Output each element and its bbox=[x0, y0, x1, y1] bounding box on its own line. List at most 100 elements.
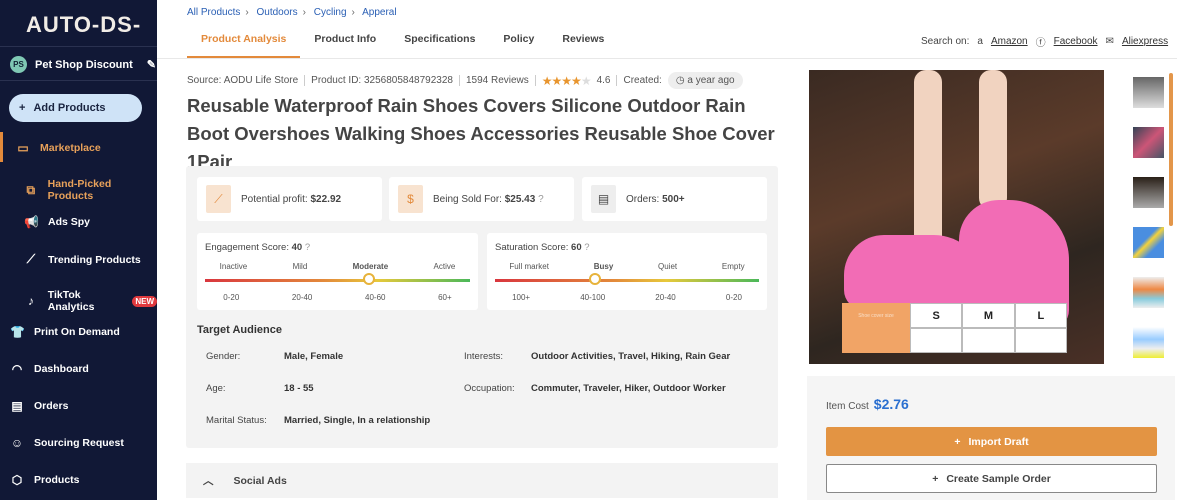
score-marker bbox=[589, 273, 602, 285]
tab-reviews[interactable]: Reviews bbox=[548, 33, 618, 58]
amazon-link[interactable]: Amazon bbox=[991, 36, 1028, 47]
store-name: Pet Shop Discount bbox=[35, 58, 133, 71]
tab-specifications[interactable]: Specifications bbox=[390, 33, 489, 58]
plus-icon: + bbox=[954, 435, 961, 448]
marital-value: Married, Single, In a relationship bbox=[284, 415, 431, 426]
thumbnail[interactable] bbox=[1133, 327, 1164, 358]
breadcrumb-link[interactable]: Cycling bbox=[314, 7, 347, 18]
tab-product-info[interactable]: Product Info bbox=[300, 33, 390, 58]
add-products-label: Add Products bbox=[33, 102, 106, 114]
social-ads-section[interactable]: ︿ Social Ads bbox=[186, 463, 778, 498]
value: 60 bbox=[571, 242, 582, 253]
sidebar-item-orders[interactable]: ▤ Orders bbox=[10, 399, 68, 413]
label: Being Sold For: bbox=[433, 193, 502, 205]
megaphone-icon: 📢 bbox=[24, 215, 39, 229]
gauge-icon: ◠ bbox=[11, 362, 23, 376]
thumbnail[interactable] bbox=[1133, 127, 1164, 158]
active-indicator bbox=[0, 132, 3, 162]
sidebar-item-trending[interactable]: ⟋ Trending Products bbox=[24, 252, 141, 267]
size-m: M bbox=[962, 303, 1015, 328]
shirt-icon: 👕 bbox=[10, 325, 25, 339]
range: 0-20 bbox=[725, 293, 742, 302]
gender-value: Male, Female bbox=[284, 351, 344, 362]
label: Dashboard bbox=[34, 363, 89, 375]
size-header: Shoe cover size bbox=[842, 303, 910, 328]
breadcrumb-link[interactable]: All Products bbox=[187, 7, 240, 18]
sidebar-item-ads-spy[interactable]: 📢 Ads Spy bbox=[24, 215, 90, 229]
rating: 4.6 bbox=[596, 75, 611, 86]
potential-profit-card: ⟋ Potential profit: $22.92 bbox=[197, 177, 382, 221]
size-table: Shoe cover size S M L bbox=[842, 303, 1067, 353]
dollar-icon: $ bbox=[398, 185, 423, 213]
help-icon[interactable]: ? bbox=[305, 242, 310, 253]
level: Empty bbox=[721, 262, 745, 271]
add-products-button[interactable]: + Add Products bbox=[9, 94, 142, 122]
chevron-up-icon[interactable]: ︿ bbox=[203, 473, 214, 488]
store-selector[interactable]: PS Pet Shop Discount ✎ bbox=[10, 56, 156, 73]
facebook-link[interactable]: Facebook bbox=[1054, 36, 1098, 47]
created-label: Created: bbox=[623, 75, 662, 86]
value: 500+ bbox=[662, 193, 685, 205]
label: Ads Spy bbox=[48, 216, 91, 228]
thumbnail[interactable] bbox=[1133, 77, 1164, 108]
help-icon[interactable]: ? bbox=[584, 242, 589, 253]
star-rating-icon: ★★★★★ bbox=[541, 73, 592, 88]
tab-product-analysis[interactable]: Product Analysis bbox=[187, 33, 301, 58]
leg-shape bbox=[979, 70, 1007, 210]
sidebar-item-marketplace[interactable]: ▭ Marketplace bbox=[16, 141, 100, 155]
thumbnail[interactable] bbox=[1133, 277, 1164, 308]
sidebar-item-tiktok[interactable]: ♪ TikTok Analytics NEW bbox=[24, 289, 157, 313]
size-l: L bbox=[1014, 303, 1067, 328]
amazon-icon: a bbox=[977, 36, 983, 47]
trend-icon: ⟋ bbox=[26, 252, 36, 266]
divider bbox=[0, 46, 157, 47]
hand-picked-icon: ⧉ bbox=[26, 182, 36, 197]
breadcrumb-link[interactable]: Outdoors bbox=[256, 7, 297, 18]
product-main-image[interactable]: Shoe cover size S M L bbox=[809, 70, 1104, 364]
aliexpress-link[interactable]: Aliexpress bbox=[1122, 36, 1168, 47]
range: 40-100 bbox=[580, 293, 606, 302]
breadcrumb-link[interactable]: Apperal bbox=[362, 7, 396, 18]
range: 0-20 bbox=[223, 293, 240, 302]
thumbnail[interactable] bbox=[1133, 177, 1164, 208]
label: Saturation Score: bbox=[495, 242, 569, 253]
sidebar-item-print-on-demand[interactable]: 👕 Print On Demand bbox=[10, 325, 120, 339]
autods-logo[interactable]: AUTO-DS- bbox=[26, 12, 141, 38]
sidebar-item-sourcing[interactable]: ☺ Sourcing Request bbox=[10, 436, 124, 450]
sidebar-item-hand-picked[interactable]: ⧉ Hand-Picked Products bbox=[24, 178, 157, 202]
help-icon[interactable]: ? bbox=[538, 194, 544, 205]
label: Engagement Score: bbox=[205, 242, 289, 253]
gender-label: Gender: bbox=[206, 351, 241, 362]
search-on-label: Search on: bbox=[921, 36, 970, 47]
sold-for-card: $ Being Sold For: $25.43 ? bbox=[389, 177, 574, 221]
clock-icon: ◷ bbox=[675, 75, 688, 86]
score-gradient bbox=[205, 273, 470, 285]
clipboard-icon: ▤ bbox=[591, 185, 616, 213]
sidebar-item-dashboard[interactable]: ◠ Dashboard bbox=[10, 362, 89, 376]
target-audience-title: Target Audience bbox=[197, 324, 282, 336]
thumbnail[interactable] bbox=[1133, 227, 1164, 258]
tab-policy[interactable]: Policy bbox=[489, 33, 548, 58]
product-meta: Source: AODU Life Store Product ID: 3256… bbox=[187, 72, 743, 89]
import-draft-button[interactable]: + Import Draft bbox=[826, 427, 1157, 456]
product-id: Product ID: 3256805848792328 bbox=[311, 75, 453, 86]
item-cost: Item Cost $2.76 bbox=[826, 396, 909, 412]
sidebar-item-products[interactable]: ⬡ Products bbox=[10, 473, 80, 487]
social-ads-title: Social Ads bbox=[233, 474, 287, 487]
thumbnail-scrollbar[interactable] bbox=[1169, 73, 1173, 226]
level-active: Moderate bbox=[352, 262, 389, 271]
sidebar: AUTO-DS- PS Pet Shop Discount ✎ + Add Pro… bbox=[0, 0, 157, 500]
breadcrumb: All Products › Outdoors › Cycling › Apperal bbox=[187, 7, 397, 18]
pencil-icon[interactable]: ✎ bbox=[147, 58, 156, 71]
level: Mild bbox=[292, 262, 308, 271]
label: Print On Demand bbox=[34, 326, 120, 338]
box-icon: ⬡ bbox=[11, 473, 23, 487]
create-sample-order-button[interactable]: + Create Sample Order bbox=[826, 464, 1157, 493]
tiktok-icon: ♪ bbox=[27, 294, 34, 308]
value: $22.92 bbox=[310, 193, 342, 205]
import-draft-label: Import Draft bbox=[968, 435, 1029, 448]
label: Trending Products bbox=[48, 253, 141, 266]
label: Hand-Picked Products bbox=[47, 178, 112, 202]
facebook-icon: ⓕ bbox=[1035, 38, 1046, 49]
create-sample-order-label: Create Sample Order bbox=[946, 472, 1051, 485]
